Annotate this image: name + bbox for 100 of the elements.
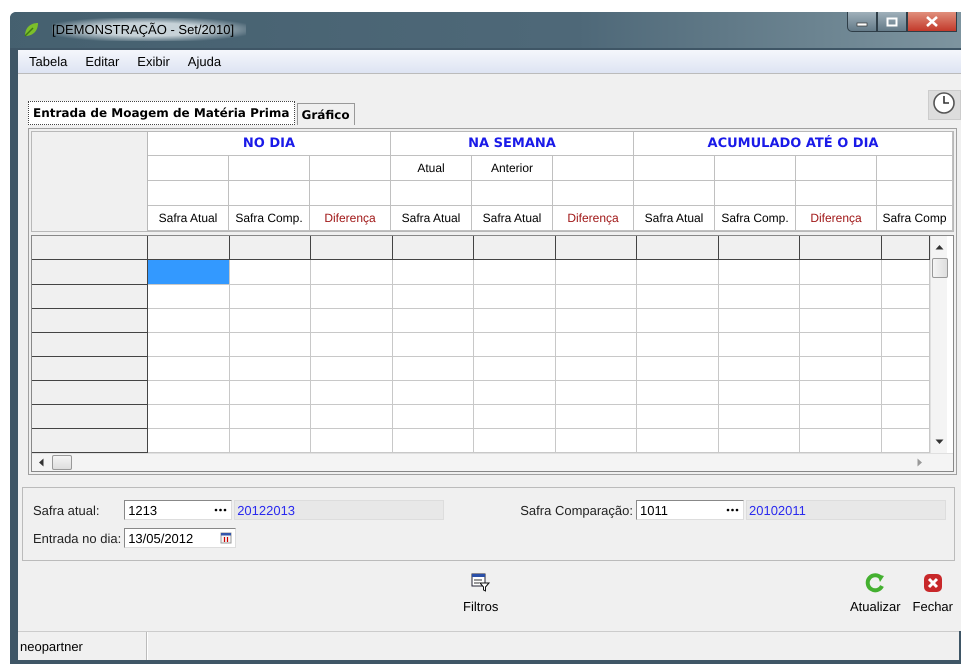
table-cell[interactable] (556, 405, 637, 430)
table-cell[interactable] (311, 260, 392, 285)
table-cell[interactable] (882, 429, 930, 454)
table-cell[interactable] (311, 380, 392, 406)
table-cell[interactable] (718, 405, 800, 430)
table-cell[interactable] (230, 429, 311, 454)
table-cell[interactable] (800, 405, 882, 430)
table-cell[interactable] (474, 356, 556, 381)
table-cell[interactable] (474, 429, 556, 454)
table-cell[interactable] (392, 260, 474, 285)
table-cell[interactable] (718, 380, 800, 406)
table-cell[interactable] (882, 356, 930, 381)
table-cell[interactable] (718, 308, 800, 333)
table-cell[interactable] (800, 429, 882, 454)
table-cell[interactable] (392, 332, 474, 357)
table-cell[interactable] (800, 332, 882, 357)
table-cell[interactable] (882, 308, 930, 333)
table-cell[interactable] (474, 405, 556, 430)
table-cell[interactable] (230, 308, 311, 333)
clock-button[interactable] (928, 90, 961, 120)
table-cell[interactable] (230, 284, 311, 309)
table-cell[interactable] (230, 380, 311, 406)
menu-item[interactable]: Ajuda (186, 54, 222, 69)
table-cell[interactable] (311, 356, 392, 381)
minimize-button[interactable] (847, 12, 877, 32)
toolbar-button[interactable]: Filtros (461, 573, 500, 614)
toolbar-button[interactable]: Fechar (910, 573, 955, 614)
scroll-thumb[interactable] (932, 258, 948, 278)
table-cell[interactable] (637, 284, 718, 309)
table-cell[interactable] (474, 284, 556, 309)
table-cell[interactable] (637, 356, 718, 381)
table-cell[interactable] (882, 284, 930, 309)
table-cell[interactable] (800, 284, 882, 309)
table-cell[interactable] (148, 308, 230, 333)
table-cell[interactable] (882, 260, 930, 285)
table-cell[interactable] (392, 356, 474, 381)
table-cell[interactable] (637, 380, 718, 406)
table-cell[interactable] (311, 429, 392, 454)
table-cell[interactable] (637, 332, 718, 357)
table-cell[interactable] (230, 260, 311, 285)
table-cell[interactable] (800, 260, 882, 285)
table-cell[interactable] (230, 405, 311, 430)
table-cell[interactable] (718, 429, 800, 454)
table-cell[interactable] (148, 429, 230, 454)
table-cell[interactable] (311, 308, 392, 333)
table-cell[interactable] (637, 260, 718, 285)
table-cell[interactable] (148, 356, 230, 381)
tab[interactable]: Entrada de Moagem de Matéria Prima (28, 101, 295, 126)
date-field[interactable]: 13/05/2012 (124, 528, 236, 548)
table-cell[interactable] (474, 308, 556, 333)
table-cell[interactable] (230, 332, 311, 357)
menu-item[interactable]: Editar (84, 54, 120, 69)
table-cell[interactable] (556, 260, 637, 285)
table-cell[interactable] (392, 405, 474, 430)
horizontal-scrollbar[interactable] (32, 453, 953, 472)
tab[interactable]: Gráfico (296, 103, 355, 126)
table-cell[interactable] (311, 284, 392, 309)
table-cell[interactable] (311, 405, 392, 430)
table-cell[interactable] (556, 356, 637, 381)
menu-item[interactable]: Exibir (136, 54, 171, 69)
table-cell[interactable] (556, 332, 637, 357)
table-cell[interactable] (882, 380, 930, 406)
table-cell[interactable] (718, 332, 800, 357)
table-cell[interactable] (148, 380, 230, 406)
maximize-button[interactable] (877, 12, 907, 32)
table-cell[interactable] (556, 380, 637, 406)
vertical-scrollbar[interactable] (930, 236, 947, 454)
table-cell[interactable] (474, 332, 556, 357)
table-cell[interactable] (718, 356, 800, 381)
toolbar-button[interactable]: Atualizar (848, 573, 903, 614)
table-cell[interactable] (882, 405, 930, 430)
table-cell[interactable] (882, 332, 930, 357)
table-cell[interactable] (718, 260, 800, 285)
table-cell[interactable] (148, 405, 230, 430)
table-cell[interactable] (718, 284, 800, 309)
close-button[interactable] (907, 12, 957, 32)
table-cell[interactable] (800, 356, 882, 381)
table-cell[interactable] (311, 332, 392, 357)
table-cell[interactable] (637, 308, 718, 333)
table-cell[interactable] (392, 380, 474, 406)
table-cell[interactable] (148, 260, 230, 285)
lookup-field[interactable]: 1011 (636, 500, 744, 520)
table-cell[interactable] (800, 380, 882, 406)
table-cell[interactable] (148, 284, 230, 309)
table-cell[interactable] (556, 284, 637, 309)
table-cell[interactable] (392, 429, 474, 454)
table-cell[interactable] (148, 332, 230, 357)
table-cell[interactable] (637, 405, 718, 430)
menu-item[interactable]: Tabela (28, 54, 68, 69)
table-cell[interactable] (556, 308, 637, 333)
lookup-field[interactable]: 1213 (124, 500, 232, 520)
table-cell[interactable] (474, 260, 556, 285)
table-cell[interactable] (474, 380, 556, 406)
table-cell[interactable] (800, 308, 882, 333)
scroll-thumb[interactable] (52, 455, 72, 470)
table-cell[interactable] (230, 356, 311, 381)
table-cell[interactable] (392, 308, 474, 333)
table-cell[interactable] (556, 429, 637, 454)
table-cell[interactable] (392, 284, 474, 309)
table-cell[interactable] (637, 429, 718, 454)
